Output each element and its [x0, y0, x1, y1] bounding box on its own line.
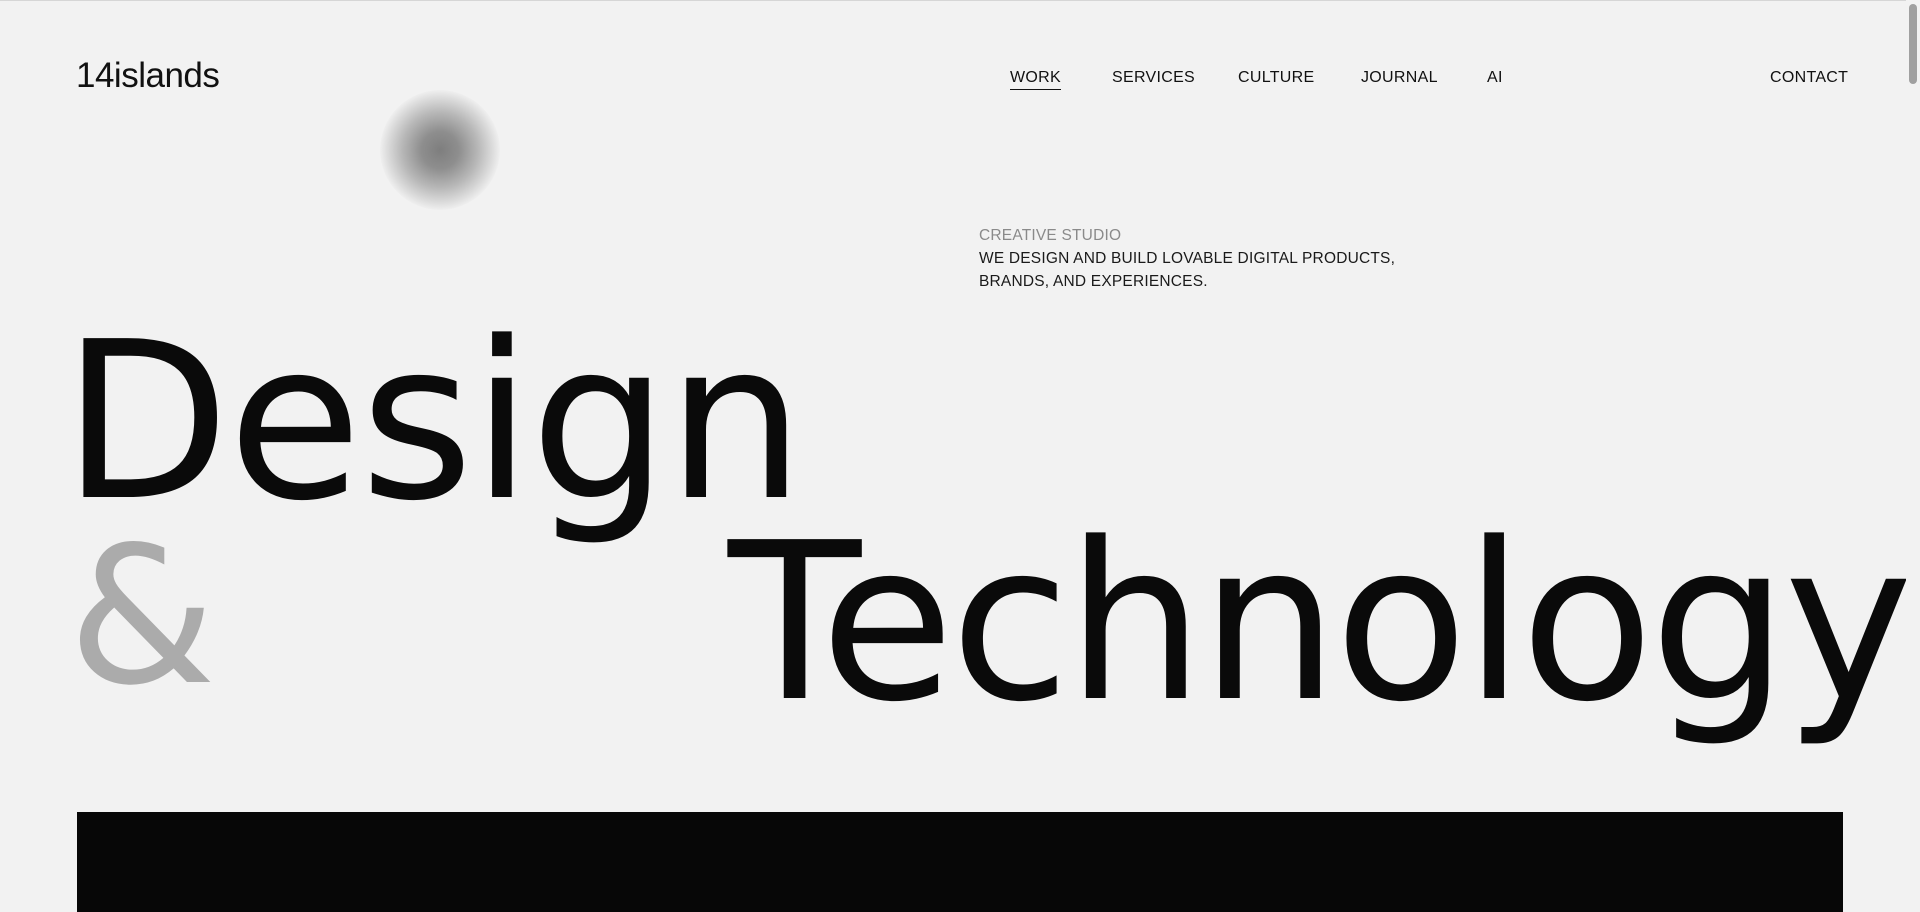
scrollbar-track[interactable]: [1906, 0, 1920, 912]
hero-word-design: Design: [62, 296, 805, 549]
intro-label: CREATIVE STUDIO: [979, 227, 1122, 244]
hero-word-technology: Technology: [728, 497, 1913, 750]
nav-link-culture[interactable]: CULTURE: [1238, 69, 1314, 89]
nav-link-services[interactable]: SERVICES: [1112, 69, 1195, 89]
intro-block: CREATIVE STUDIO WE DESIGN AND BUILD LOVA…: [979, 224, 1409, 293]
nav-link-ai[interactable]: AI: [1487, 69, 1503, 89]
intro-text: WE DESIGN AND BUILD LOVABLE DIGITAL PROD…: [979, 250, 1396, 290]
site-logo[interactable]: 14islands: [76, 56, 220, 96]
blurred-orb-decoration: [380, 90, 500, 210]
hero-media-panel: [77, 812, 1843, 912]
nav-link-contact[interactable]: CONTACT: [1770, 69, 1848, 89]
nav-link-work[interactable]: WORK: [1010, 69, 1061, 90]
top-divider: [0, 0, 1920, 1]
hero-ampersand: &: [68, 506, 217, 727]
scrollbar-thumb[interactable]: [1909, 4, 1917, 84]
nav-link-journal[interactable]: JOURNAL: [1361, 69, 1438, 89]
